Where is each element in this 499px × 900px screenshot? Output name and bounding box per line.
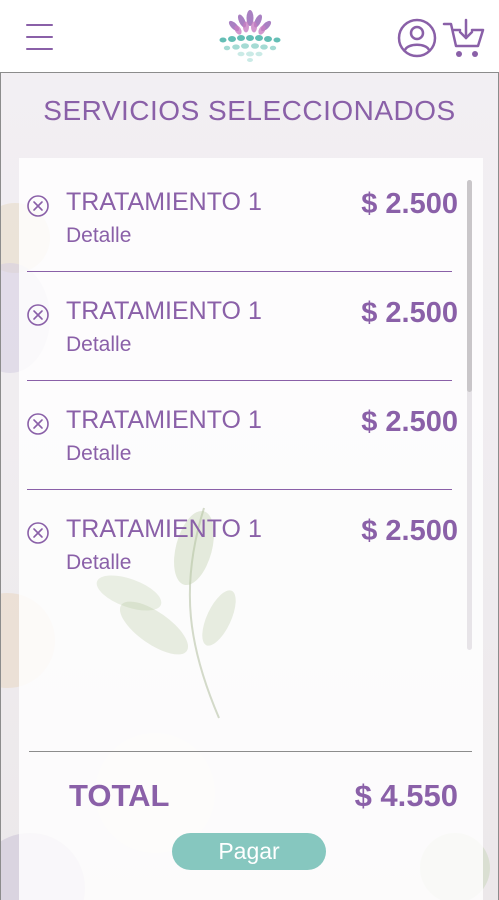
total-divider <box>29 751 472 752</box>
page-title: SERVICIOS SELECCIONADOS <box>43 95 456 126</box>
scrollbar-thumb[interactable] <box>467 180 472 392</box>
service-name: TRATAMIENTO 1 <box>66 297 262 325</box>
scrollbar[interactable] <box>467 180 472 650</box>
list-item: TRATAMIENTO 1 Detalle $ 2.500 <box>19 376 483 490</box>
circle-x-icon[interactable] <box>27 522 49 544</box>
list-item: TRATAMIENTO 1 Detalle $ 2.500 <box>19 267 483 381</box>
service-price: $ 2.500 <box>361 515 458 547</box>
service-detail-link[interactable]: Detalle <box>66 551 131 575</box>
circle-x-icon[interactable] <box>27 413 49 435</box>
user-circle-icon[interactable] <box>397 18 437 58</box>
lotus-logo-icon[interactable] <box>211 8 289 64</box>
list-item: TRATAMIENTO 1 Detalle $ 2.500 <box>19 485 483 594</box>
total-value: $ 4.550 <box>354 778 458 813</box>
service-price: $ 2.500 <box>361 297 458 329</box>
service-name: TRATAMIENTO 1 <box>66 406 262 434</box>
cart-download-icon[interactable] <box>442 18 486 60</box>
service-detail-link[interactable]: Detalle <box>66 224 131 248</box>
list-item: TRATAMIENTO 1 Detalle $ 2.500 <box>19 158 483 272</box>
pay-button[interactable]: Pagar <box>172 833 326 870</box>
service-name: TRATAMIENTO 1 <box>66 188 262 216</box>
service-price: $ 2.500 <box>361 406 458 438</box>
circle-x-icon[interactable] <box>27 304 49 326</box>
selected-services-panel: TRATAMIENTO 1 Detalle $ 2.500 TRATAMIENT… <box>19 158 483 900</box>
service-name: TRATAMIENTO 1 <box>66 515 262 543</box>
total-label: TOTAL <box>69 778 170 813</box>
service-detail-link[interactable]: Detalle <box>66 442 131 466</box>
service-price: $ 2.500 <box>361 188 458 220</box>
app-header <box>0 0 499 73</box>
service-detail-link[interactable]: Detalle <box>66 333 131 357</box>
hamburger-menu-icon[interactable] <box>26 24 53 50</box>
circle-x-icon[interactable] <box>27 195 49 217</box>
